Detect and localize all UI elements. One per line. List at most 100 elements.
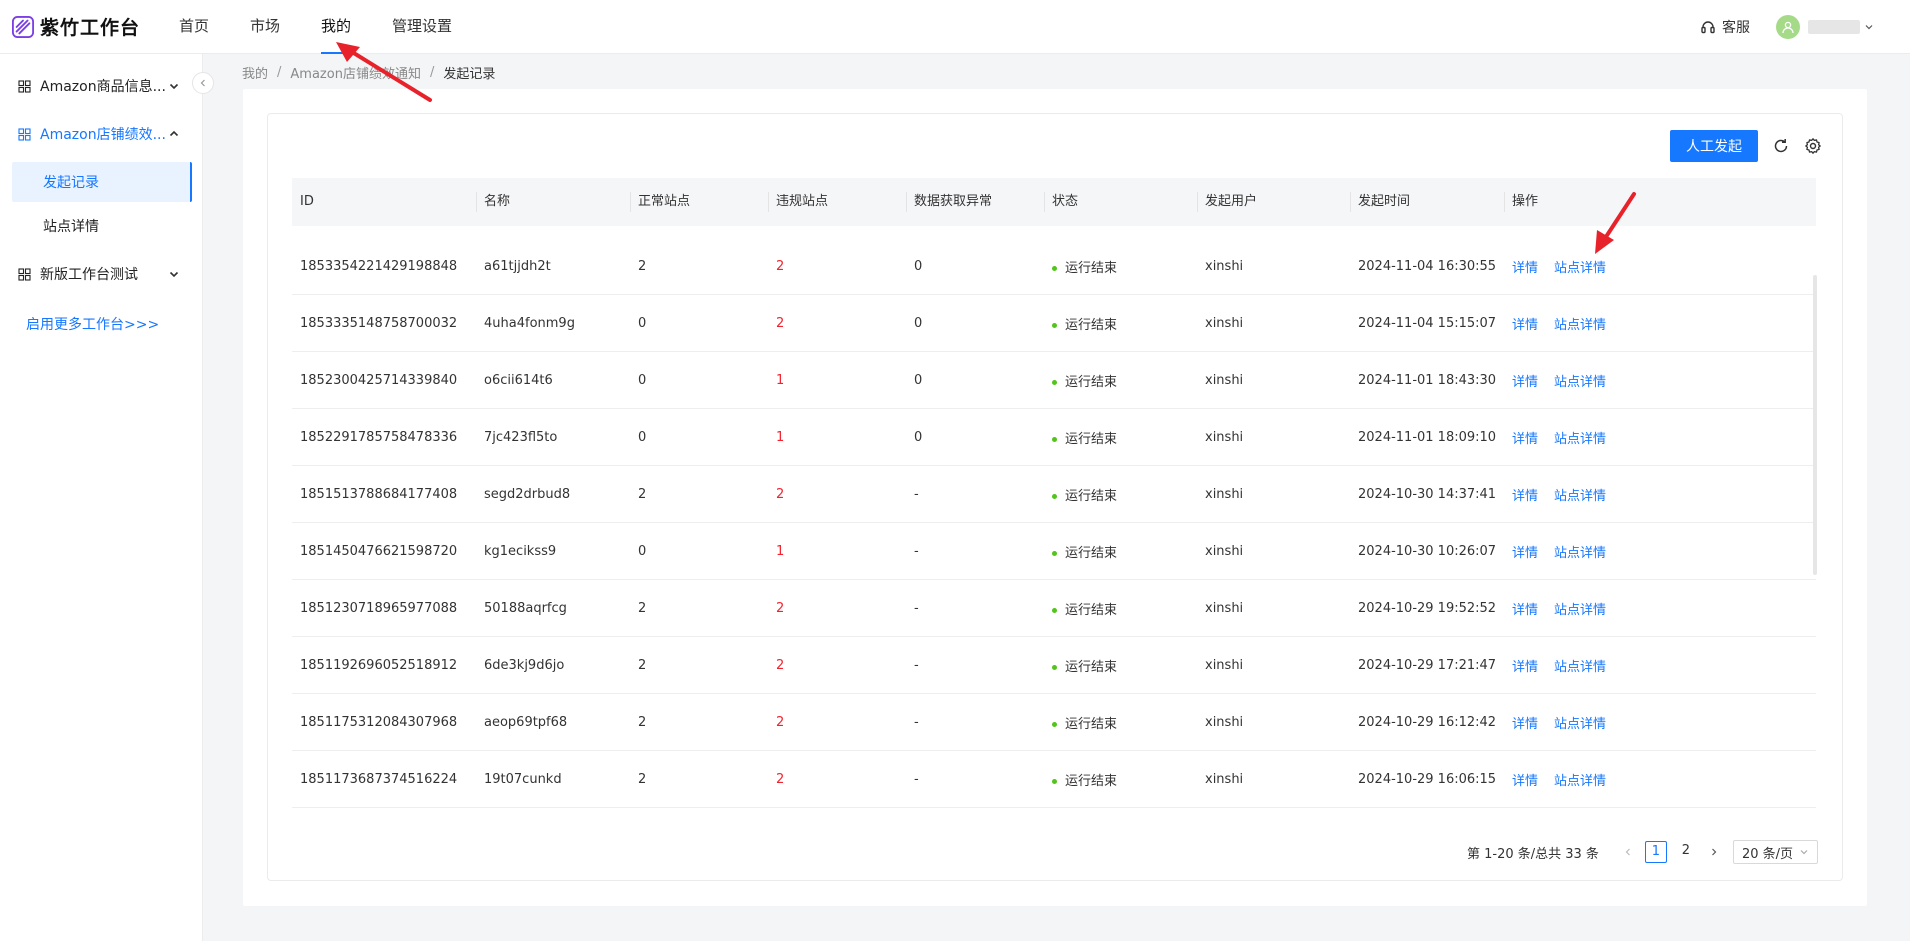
cell-time: 2024-10-30 10:26:07 — [1358, 543, 1497, 559]
cell-id: 1853354221429198848 — [300, 258, 458, 274]
sidebar-group-label: Amazon商品信息... — [40, 79, 166, 95]
cell-data-error: - — [914, 600, 919, 616]
table-card: 人工发起 ID 名称 正常站点 违规站点 数据获取异常 状态 发起用户 发起时间… — [267, 113, 1843, 881]
detail-link[interactable]: 详情 — [1512, 546, 1538, 561]
cell-time: 2024-11-01 18:43:30 — [1358, 372, 1497, 388]
prev-page-button[interactable] — [1617, 841, 1639, 863]
col-time: 发起时间 — [1350, 178, 1504, 226]
sidebar-collapse-button[interactable] — [192, 72, 214, 94]
cell-violation-sites: 2 — [776, 657, 785, 673]
enable-more-workbench-link[interactable]: 启用更多工作台>>> — [0, 310, 202, 340]
nav-mine[interactable]: 我的 — [321, 0, 352, 54]
detail-link[interactable]: 详情 — [1512, 318, 1538, 333]
detail-link[interactable]: 详情 — [1512, 375, 1538, 390]
detail-link[interactable]: 详情 — [1512, 660, 1538, 675]
manual-launch-button[interactable]: 人工发起 — [1670, 130, 1758, 162]
table-row: 1853335148758700032 4uha4fonm9g 0 2 0 运行结束 xin… — [292, 295, 1816, 352]
cell-status: 运行结束 — [1044, 371, 1197, 390]
table-row: 1851175312084307968 aeop69tpf68 2 2 - 运行结束 xin… — [292, 694, 1816, 751]
detail-link[interactable]: 详情 — [1512, 774, 1538, 789]
cell-normal-sites: 2 — [638, 258, 647, 274]
status-text: 运行结束 — [1065, 716, 1118, 732]
sidebar-item-site-detail[interactable]: 站点详情 — [12, 206, 192, 246]
cell-name: 4uha4fonm9g — [484, 315, 575, 331]
gear-icon[interactable] — [1804, 137, 1822, 155]
sidebar-group-amazon-shop[interactable]: Amazon店铺绩效... — [0, 110, 202, 158]
cell-violation-sites: 1 — [776, 372, 785, 388]
main-nav: 首页 市场 我的 管理设置 — [179, 0, 493, 54]
cell-status: 运行结束 — [1044, 713, 1197, 732]
page-size-select[interactable]: 20 条/页 — [1732, 840, 1818, 864]
site-detail-link[interactable]: 站点详情 — [1554, 432, 1606, 447]
status-text: 运行结束 — [1065, 374, 1118, 390]
cell-actions: 详情 站点详情 — [1504, 485, 1816, 504]
top-right-area: 客服 — [1700, 0, 1910, 54]
sidebar-group-amazon-product[interactable]: Amazon商品信息... — [0, 62, 202, 110]
cell-time: 2024-10-29 19:52:52 — [1358, 600, 1497, 616]
breadcrumb-separator: / — [429, 65, 435, 80]
detail-link[interactable]: 详情 — [1512, 717, 1538, 732]
nav-admin-settings[interactable]: 管理设置 — [392, 0, 452, 54]
detail-link[interactable]: 详情 — [1512, 432, 1538, 447]
cell-status: 运行结束 — [1044, 656, 1197, 675]
cell-name: 50188aqrfcg — [484, 600, 567, 616]
site-detail-link[interactable]: 站点详情 — [1554, 375, 1606, 390]
pagination-total: 第 1-20 条/总共 33 条 — [1466, 846, 1599, 862]
site-detail-link[interactable]: 站点详情 — [1554, 603, 1606, 618]
cell-normal-sites: 2 — [638, 600, 647, 616]
col-name: 名称 — [476, 178, 630, 226]
cell-normal-sites: 2 — [638, 714, 647, 730]
avatar[interactable] — [1776, 15, 1800, 39]
table-row: 1851450476621598720 kg1ecikss9 0 1 - 运行结束 xins… — [292, 523, 1816, 580]
chevron-down-icon — [169, 271, 179, 278]
refresh-icon[interactable] — [1772, 137, 1790, 155]
cell-normal-sites: 0 — [638, 543, 647, 559]
app-title: 紫竹工作台 — [40, 17, 141, 39]
sidebar-item-launch-records[interactable]: 发起记录 — [12, 162, 192, 202]
cell-violation-sites: 2 — [776, 486, 785, 502]
detail-link[interactable]: 详情 — [1512, 261, 1538, 276]
site-detail-link[interactable]: 站点详情 — [1554, 717, 1606, 732]
sidebar-group-label: 新版工作台测试 — [40, 267, 138, 283]
next-page-button[interactable] — [1703, 841, 1725, 863]
chevron-left-icon — [1625, 848, 1630, 856]
breadcrumb-shop-notice[interactable]: Amazon店铺绩效通知 — [290, 63, 421, 82]
sidebar-group-new-workbench[interactable]: 新版工作台测试 — [0, 250, 202, 298]
cell-name: aeop69tpf68 — [484, 714, 568, 730]
col-user: 发起用户 — [1197, 178, 1350, 226]
cell-status: 运行结束 — [1044, 257, 1197, 276]
cell-data-error: 0 — [914, 429, 923, 445]
cell-data-error: - — [914, 714, 919, 730]
nav-market[interactable]: 市场 — [250, 0, 280, 54]
detail-link[interactable]: 详情 — [1512, 489, 1538, 504]
chevron-down-icon[interactable] — [1864, 22, 1874, 32]
support-label: 客服 — [1722, 20, 1750, 36]
cell-id: 1851513788684177408 — [300, 486, 458, 502]
breadcrumb-mine[interactable]: 我的 — [242, 63, 268, 82]
app-logo[interactable]: 紫竹工作台 — [12, 13, 167, 40]
cell-user: xinshi — [1205, 714, 1244, 730]
user-name-redacted[interactable] — [1808, 20, 1860, 34]
cell-violation-sites: 2 — [776, 714, 785, 730]
site-detail-link[interactable]: 站点详情 — [1554, 318, 1606, 333]
support-button[interactable]: 客服 — [1700, 17, 1750, 37]
site-detail-link[interactable]: 站点详情 — [1554, 774, 1606, 789]
site-detail-link[interactable]: 站点详情 — [1554, 261, 1606, 276]
page-1-button[interactable]: 1 — [1644, 841, 1667, 863]
page-2-button[interactable]: 2 — [1675, 841, 1697, 863]
cell-time: 2024-10-30 14:37:41 — [1358, 486, 1497, 502]
cell-violation-sites: 1 — [776, 429, 785, 445]
cell-data-error: - — [914, 486, 919, 502]
nav-home[interactable]: 首页 — [179, 0, 209, 54]
site-detail-link[interactable]: 站点详情 — [1554, 660, 1606, 675]
table-scrollbar[interactable] — [1813, 275, 1817, 575]
cell-time: 2024-10-29 17:21:47 — [1358, 657, 1497, 673]
grid-icon — [18, 267, 31, 281]
detail-link[interactable]: 详情 — [1512, 603, 1538, 618]
status-dot — [1052, 379, 1057, 385]
breadcrumb-current: 发起记录 — [443, 67, 496, 82]
table-header: ID 名称 正常站点 违规站点 数据获取异常 状态 发起用户 发起时间 操作 — [292, 178, 1816, 226]
site-detail-link[interactable]: 站点详情 — [1554, 546, 1606, 561]
site-detail-link[interactable]: 站点详情 — [1554, 489, 1606, 504]
col-violation-sites: 违规站点 — [768, 178, 906, 226]
